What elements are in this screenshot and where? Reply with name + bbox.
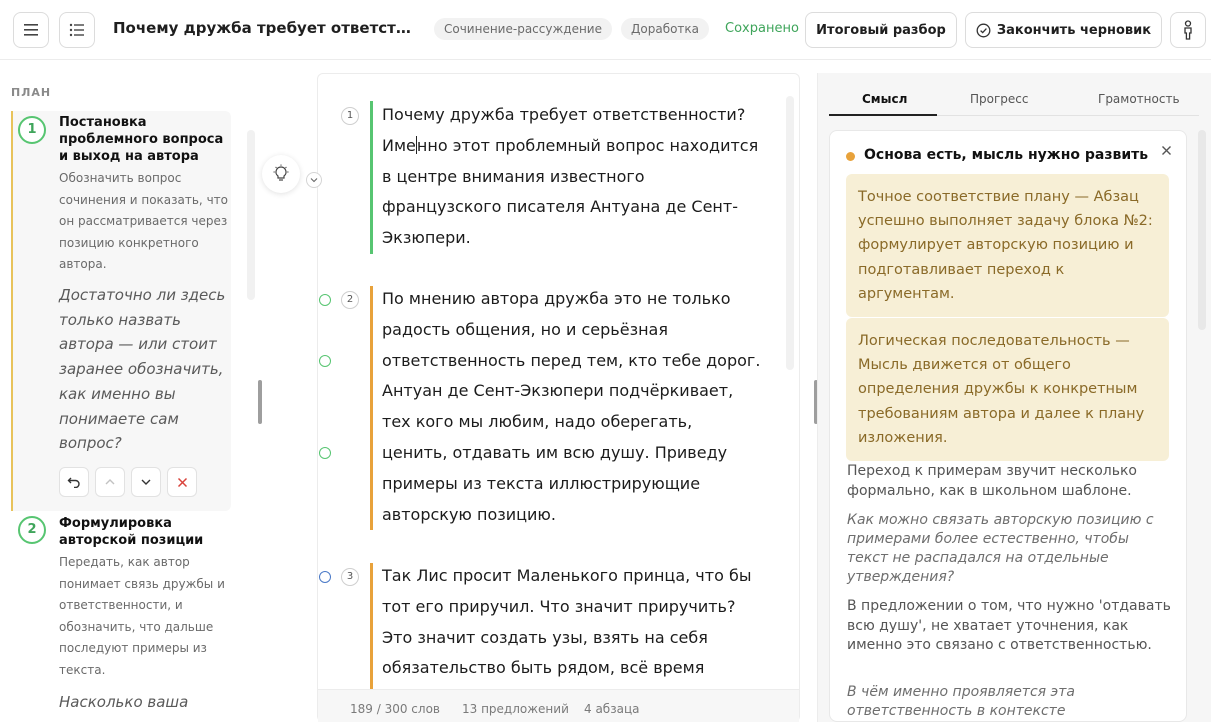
paragraph-status-bar [370, 563, 373, 689]
person-icon [1184, 20, 1192, 40]
feedback-callout: Логическая последовательность — Мысль дв… [846, 318, 1169, 462]
feedback-callout: Точное соответствие плану — Абзац успешн… [846, 174, 1169, 318]
step-description: Передать, как автор понимает связь дружб… [59, 555, 225, 677]
document-title[interactable]: Почему дружба требует ответственн... [113, 19, 418, 37]
list-icon [69, 23, 84, 37]
comment-marker[interactable] [319, 447, 331, 459]
paragraph-text[interactable]: Так Лис просит Маленького принца, что бы… [382, 561, 762, 684]
delete-step-button[interactable] [167, 467, 197, 497]
feedback-question: В чём именно проявляется эта ответственн… [847, 684, 1075, 719]
step-question: Насколько ваша [59, 693, 189, 711]
paragraph-text-end: нно этот проблемный вопрос находится в ц… [382, 135, 759, 248]
undo-button[interactable] [59, 467, 89, 497]
editor-scrollbar[interactable] [786, 96, 794, 370]
paragraph-text[interactable]: Почему дружба требует ответственности? И… [382, 100, 762, 254]
menu-button[interactable] [13, 12, 49, 48]
profile-button[interactable] [1170, 12, 1206, 48]
chevron-up-icon [105, 479, 115, 485]
status-chip: Доработка [621, 18, 710, 40]
save-status: Сохранено [725, 21, 799, 36]
feedback-note: В предложении о том, что нужно 'отдавать… [847, 598, 1171, 653]
move-up-button[interactable] [95, 467, 125, 497]
step-title: Постановка проблемного вопроса и выход н… [59, 115, 224, 164]
status-dot [846, 152, 855, 161]
hint-toggle[interactable] [306, 172, 322, 188]
close-icon [177, 477, 187, 487]
paragraph-status-bar [370, 101, 373, 254]
paragraph-text[interactable]: По мнению автора дружба это не только ра… [382, 284, 762, 530]
close-icon [1161, 145, 1171, 155]
plan-scrollbar[interactable] [247, 130, 255, 300]
feedback-question: Как можно связать авторскую позицию с пр… [847, 512, 1154, 585]
tab-grammar[interactable]: Грамотность [1098, 92, 1180, 106]
feedback-note: Переход к примерам звучит несколько форм… [847, 463, 1137, 499]
tab-progress[interactable]: Прогресс [970, 92, 1028, 106]
comment-marker[interactable] [319, 571, 331, 583]
step-question: Достаточно ли здесь только назвать автор… [59, 286, 226, 453]
left-resize-handle[interactable] [258, 380, 262, 424]
paragraph-number: 2 [341, 291, 359, 309]
sentence-count: 13 предложений [462, 702, 569, 716]
close-feedback-button[interactable] [1156, 140, 1176, 160]
active-tab-indicator [829, 114, 937, 116]
paragraph-status-bar [370, 286, 373, 530]
chevron-down-icon [141, 479, 151, 485]
move-down-button[interactable] [131, 467, 161, 497]
hamburger-icon [24, 24, 38, 36]
lightbulb-icon [273, 164, 289, 181]
step-number-badge: 2 [18, 516, 46, 544]
editor-stats-bar: 189 / 300 слов 13 предложений 4 абзаца [318, 689, 799, 722]
outline-button[interactable] [59, 12, 95, 48]
hint-button[interactable] [262, 155, 300, 193]
final-review-label: Итоговый разбор [816, 22, 946, 38]
feedback-title: Основа есть, мысль нужно развить [864, 147, 1149, 163]
paragraph-number: 3 [341, 568, 359, 586]
step-number-badge: 1 [18, 116, 46, 144]
paragraph-count: 4 абзаца [584, 702, 640, 716]
word-count: 189 / 300 слов [350, 702, 440, 716]
tab-meaning[interactable]: Смысл [862, 92, 907, 106]
comment-marker[interactable] [319, 355, 331, 367]
final-review-button[interactable]: Итоговый разбор [805, 12, 957, 48]
step-description: Обозначить вопрос сочинения и показать, … [59, 171, 228, 271]
finish-draft-button[interactable]: Закончить черновик [965, 12, 1162, 48]
check-circle-icon [976, 23, 991, 37]
genre-chip: Сочинение-рассуждение [434, 18, 612, 40]
comment-marker[interactable] [319, 294, 331, 306]
feedback-scrollbar[interactable] [1198, 130, 1206, 330]
chevron-down-icon [310, 178, 318, 183]
plan-heading: ПЛАН [11, 86, 52, 99]
step-title[interactable]: Формулировка авторской позиции [59, 515, 229, 549]
undo-icon [67, 477, 80, 488]
finish-draft-label: Закончить черновик [996, 22, 1152, 38]
paragraph-number: 1 [341, 107, 359, 125]
top-bar: Почему дружба требует ответственн... Соч… [0, 0, 1211, 60]
